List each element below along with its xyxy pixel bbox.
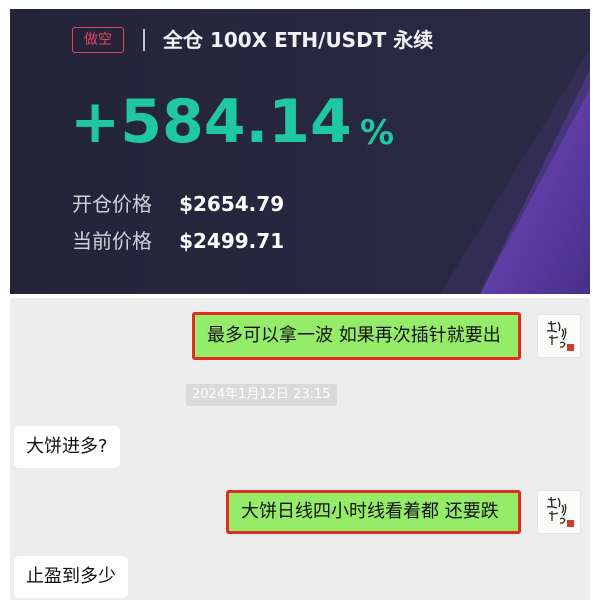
- avatar[interactable]: [537, 490, 581, 534]
- current-price-row: 当前价格 $2499.71: [72, 226, 284, 256]
- pnl-percentage: +584.14: [70, 87, 352, 157]
- message-text: 大饼进多?: [26, 436, 108, 457]
- title-divider: [143, 29, 145, 51]
- calligraphy-avatar-icon: [538, 315, 580, 357]
- calligraphy-avatar-icon: [538, 491, 580, 533]
- chat-message-other[interactable]: 大饼进多?: [14, 426, 120, 468]
- trade-result-card: 做空 全仓 100X ETH/USDT 永续 +584.14 % 开仓价格 $2…: [10, 9, 590, 294]
- current-price-value: $2499.71: [179, 229, 285, 253]
- message-text: 最多可以拿一波 如果再次插针就要出: [207, 325, 501, 346]
- chat-message-self[interactable]: 最多可以拿一波 如果再次插针就要出: [192, 312, 521, 360]
- position-side-badge: 做空: [72, 27, 124, 53]
- avatar[interactable]: [537, 314, 581, 358]
- message-text: 大饼日线四小时线看着都 还要跌: [241, 501, 499, 522]
- chat-message-self[interactable]: 大饼日线四小时线看着都 还要跌: [226, 490, 521, 534]
- open-price-value: $2654.79: [179, 192, 285, 216]
- chat-timestamp: 2024年1月12日 23:15: [186, 384, 337, 406]
- current-price-label: 当前价格: [72, 229, 152, 253]
- open-price-label: 开仓价格: [72, 192, 152, 216]
- trading-pair-title: 全仓 100X ETH/USDT 永续: [163, 28, 434, 52]
- chat-message-other[interactable]: 止盈到多少: [14, 556, 128, 598]
- screenshot-collage: 做空 全仓 100X ETH/USDT 永续 +584.14 % 开仓价格 $2…: [0, 0, 600, 600]
- chat-conversation: 最多可以拿一波 如果再次插针就要出 2024年1月12日 23:15 大饼进多?…: [10, 298, 590, 600]
- open-price-row: 开仓价格 $2654.79: [72, 189, 284, 219]
- message-text: 止盈到多少: [26, 566, 116, 587]
- pnl-unit: %: [360, 113, 395, 153]
